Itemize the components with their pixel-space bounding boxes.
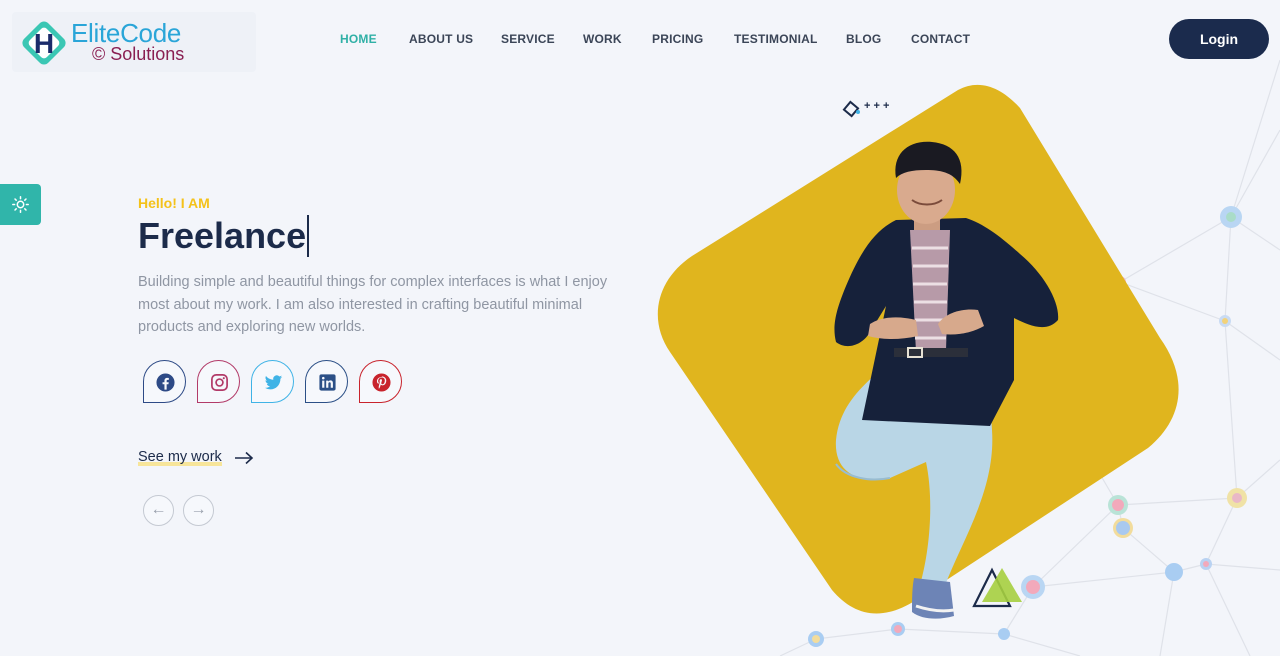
main-nav: HOME ABOUT US SERVICE WORK PRICING TESTI… — [0, 32, 1280, 48]
pinterest-icon — [372, 373, 391, 392]
nav-item-testimonial[interactable]: TESTIMONIAL — [734, 32, 818, 46]
nav-item-pricing[interactable]: PRICING — [652, 32, 703, 46]
triangle-decoration — [972, 567, 1022, 608]
login-button[interactable]: Login — [1169, 19, 1269, 59]
facebook-link[interactable] — [143, 360, 186, 403]
hero-illustration: + + + — [657, 84, 1179, 619]
typing-caret — [307, 215, 310, 257]
nav-item-home[interactable]: HOME — [340, 32, 377, 46]
arrow-right-icon — [235, 451, 254, 465]
hero-headline: Freelance — [138, 214, 310, 258]
instagram-link[interactable] — [197, 360, 240, 403]
sparkle-decoration: + + + — [842, 100, 889, 118]
theme-toggle-button[interactable] — [0, 184, 41, 225]
hero-intro: Building simple and beautiful things for… — [138, 274, 608, 335]
slider-prev-button[interactable]: ← — [143, 495, 174, 526]
svg-text:+ + +: + + + — [864, 100, 889, 112]
linkedin-link[interactable] — [305, 360, 348, 403]
twitter-link[interactable] — [251, 360, 294, 403]
hero-greeting: Hello! I AM — [138, 195, 210, 211]
nav-item-blog[interactable]: BLOG — [846, 32, 881, 46]
sun-icon — [12, 196, 29, 213]
facebook-icon — [156, 373, 175, 392]
linkedin-icon — [319, 374, 336, 391]
see-my-work-label: See my work — [138, 449, 222, 466]
nav-item-work[interactable]: WORK — [583, 32, 622, 46]
nav-item-about-us[interactable]: ABOUT US — [409, 32, 473, 46]
slider-next-button[interactable]: → — [183, 495, 214, 526]
nav-item-service[interactable]: SERVICE — [501, 32, 555, 46]
hero-headline-text: Freelance — [138, 215, 307, 256]
instagram-icon — [211, 374, 228, 391]
twitter-icon — [264, 375, 283, 390]
nav-item-contact[interactable]: CONTACT — [911, 32, 970, 46]
pinterest-link[interactable] — [359, 360, 402, 403]
